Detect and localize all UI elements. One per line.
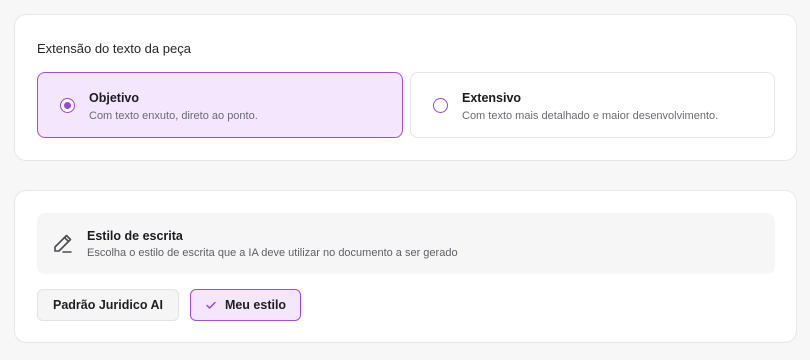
padrao-juridico-button[interactable]: Padrão Juridico AI [37,289,179,321]
writing-style-title: Estilo de escrita [87,229,183,243]
option-objetivo[interactable]: Objetivo Com texto enxuto, direto ao pon… [37,72,403,138]
radio-objetivo[interactable] [60,98,75,113]
writing-style-header: Estilo de escrita Escolha o estilo de es… [37,213,775,274]
option-extensivo-title: Extensivo [462,91,522,105]
meu-estilo-label: Meu estilo [224,298,287,312]
check-icon [205,299,217,311]
writing-style-description: Escolha o estilo de escrita que a IA dev… [87,247,458,259]
option-extensivo-description: Com texto mais detalhado e maior desenvo… [462,110,719,122]
writing-style-card: Estilo de escrita Escolha o estilo de es… [14,190,797,343]
padrao-juridico-label: Padrão Juridico AI [53,298,163,312]
option-objetivo-description: Com texto enxuto, direto ao ponto. [89,110,258,122]
text-length-title: Extensão do texto da peça [37,41,191,56]
pencil-icon [51,231,75,255]
option-objetivo-title: Objetivo [89,91,140,105]
radio-extensivo[interactable] [433,98,448,113]
text-length-card: Extensão do texto da peça Objetivo Com t… [14,14,797,161]
option-extensivo[interactable]: Extensivo Com texto mais detalhado e mai… [410,72,775,138]
meu-estilo-button[interactable]: Meu estilo [190,289,301,321]
